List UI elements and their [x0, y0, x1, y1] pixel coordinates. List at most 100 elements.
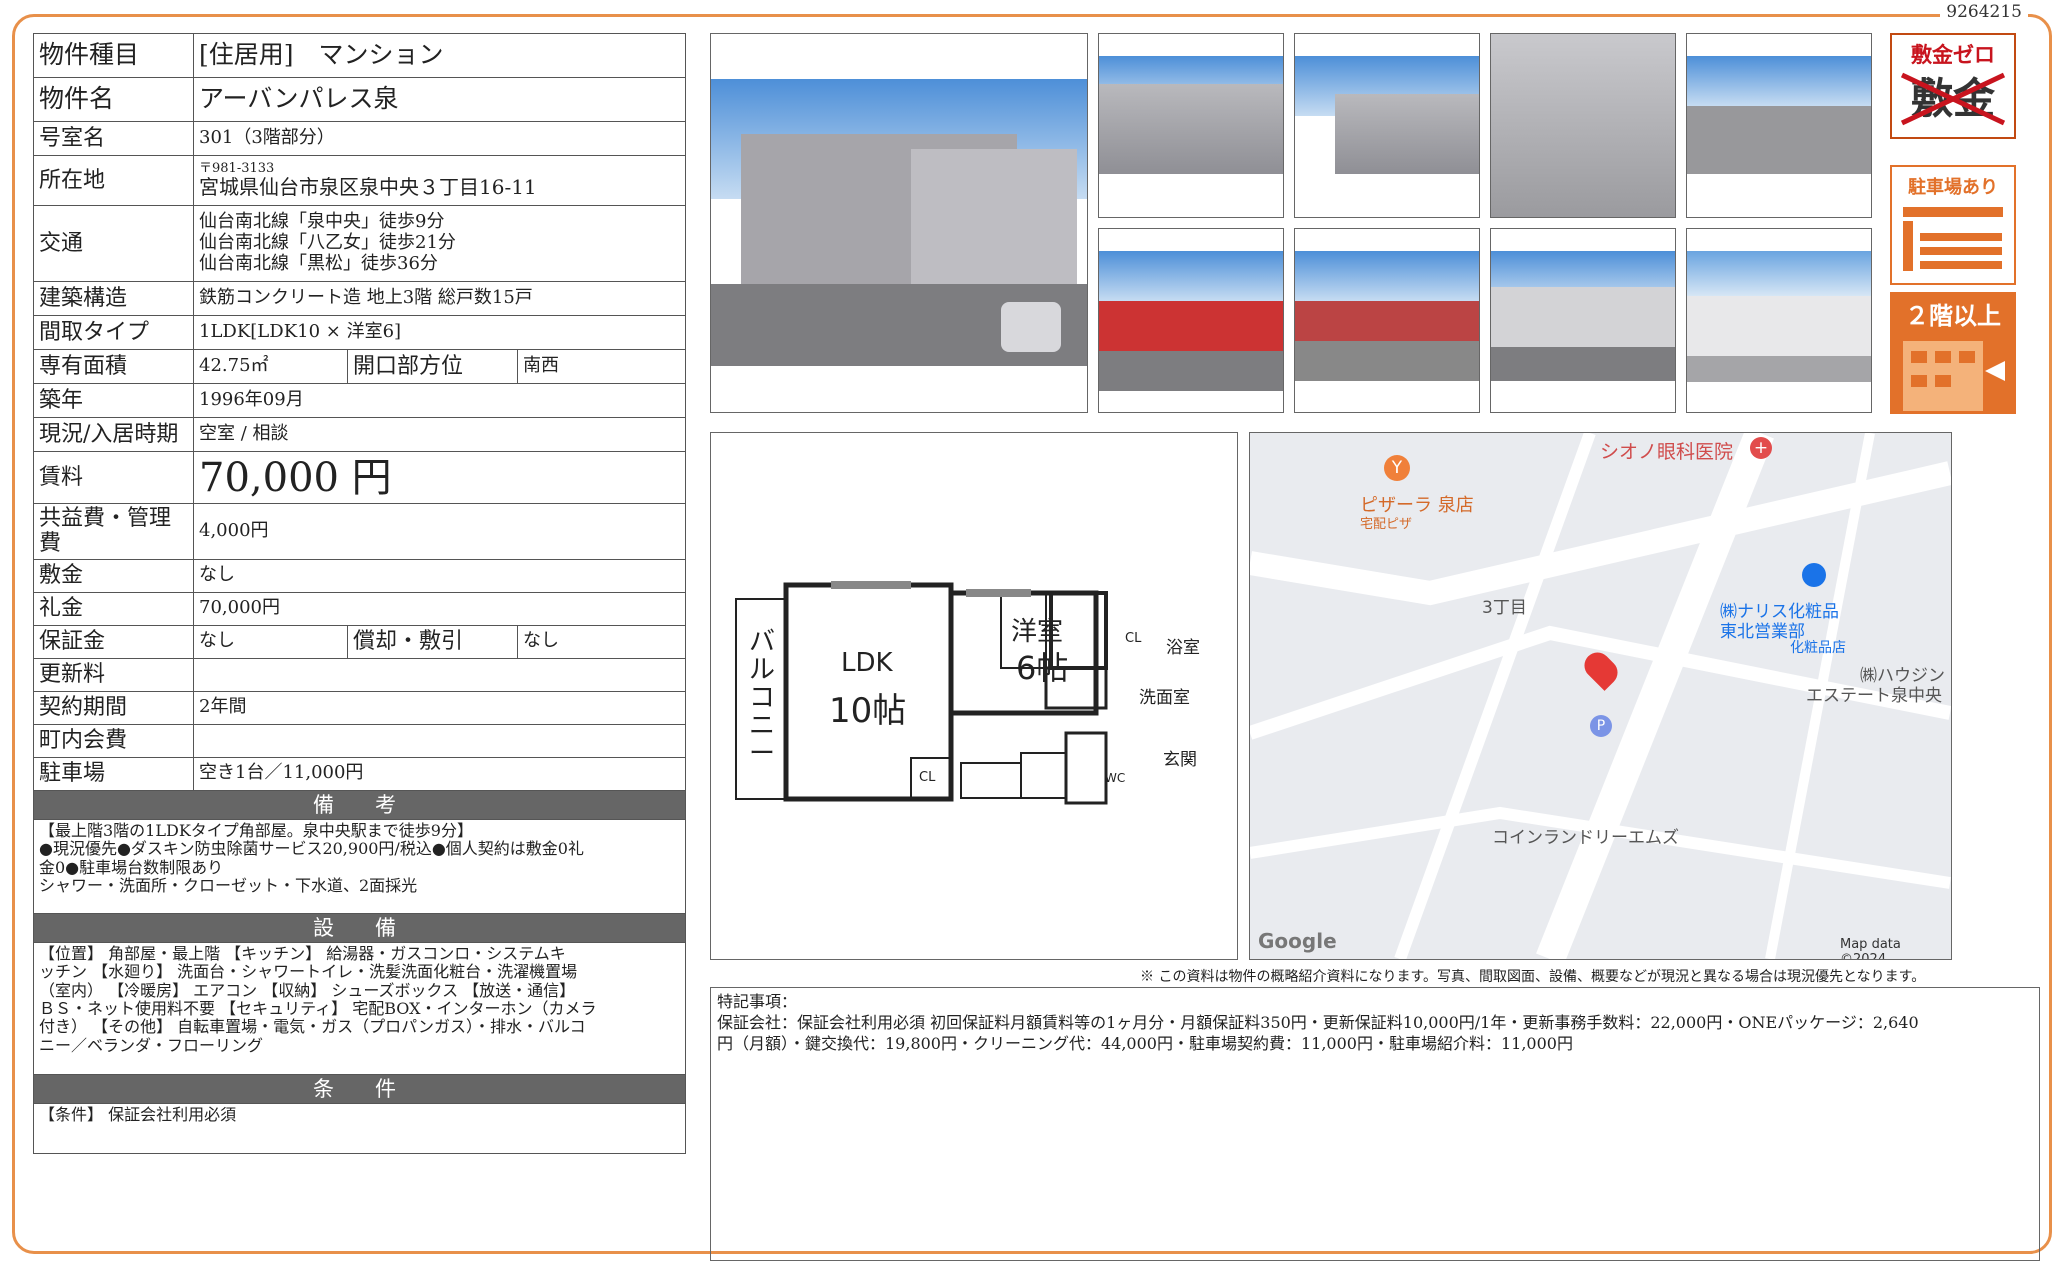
- ldk-label: LDK: [841, 648, 893, 678]
- map-data-credit: Map data ©2024: [1840, 937, 1901, 960]
- fee-value: 4,000円: [193, 503, 686, 560]
- equipment-line: ニー／ベランダ・フローリング: [39, 1035, 264, 1055]
- address-value: 宮城県仙台市泉区泉中央３丁目16-11: [199, 175, 537, 200]
- rent-value: 70,000 円: [193, 451, 686, 504]
- amortization-value: なし: [517, 624, 686, 659]
- parking-available-text: 駐車場あり: [1908, 177, 1998, 198]
- western-room-size: 6帖: [1016, 649, 1069, 687]
- washroom-label: 洗面室: [1139, 688, 1190, 708]
- special-notes-box: 特記事項： 保証会社：保証会社利用必須 初回保証料月額賃料等の1ヶ月分・月額保証…: [710, 987, 2040, 1261]
- status-value: 空室 / 相談: [193, 417, 686, 452]
- name-value: アーバンパレス泉: [193, 77, 686, 122]
- location-map[interactable]: シオノ眼科医院 + Y ピザーラ 泉店 宅配ピザ 3丁目 ㈱ナリス化粧品 東北営…: [1249, 432, 1952, 960]
- special-notes-line: 円（月額）・鍵交換代：19,800円・クリーニング代：44,000円・駐車場契約…: [717, 1033, 1573, 1053]
- equipment-line: ＢＳ・ネット使用料不要 【セキュリティ】 宅配BOX・インターホン（カメラ: [39, 999, 597, 1019]
- crossed-out-icon: [1900, 72, 2006, 126]
- floor-plan: バルコニー LDK 10帖 洋室 6帖 CL 浴室 洗面室 玄関 CL WC: [710, 432, 1238, 960]
- parking-icon: [1903, 207, 2003, 271]
- pizza-sub-label: 宅配ピザ: [1360, 517, 1413, 532]
- fee-label: 共益費・管理費: [33, 503, 194, 560]
- parking-label: 駐車場: [33, 756, 194, 791]
- town-fee-label: 町内会費: [33, 723, 194, 758]
- type-value: [住居用] マンション: [193, 33, 686, 78]
- deposit-label: 敷金: [33, 558, 194, 593]
- closet-label: CL: [1125, 631, 1142, 646]
- status-label: 現況/入居時期: [33, 417, 194, 452]
- name-label: 物件名: [33, 77, 194, 122]
- area-label: 専有面積: [33, 349, 194, 384]
- building-photo-2: [1098, 33, 1284, 218]
- nearby-photo-4: [1686, 228, 1872, 413]
- clinic-label: シオノ眼科医院: [1600, 441, 1734, 463]
- second-floor-badge: ２階以上: [1890, 292, 2016, 414]
- balcony-label: バルコニー: [749, 627, 776, 769]
- naris-label-3: 化粧品店: [1790, 640, 1846, 656]
- guarantee-value: なし: [193, 624, 348, 659]
- key-money-value: 70,000円: [193, 591, 686, 626]
- zero-deposit-text: 敷金ゼロ: [1911, 43, 1995, 67]
- address-label: 所在地: [33, 155, 194, 206]
- term-value: 2年間: [193, 690, 686, 725]
- deposit-value: なし: [193, 558, 686, 593]
- zero-deposit-badge: 敷金ゼロ 敷金: [1890, 33, 2016, 139]
- equipment-line: （室内） 【冷暖房】 エアコン 【収納】 シューズボックス 【放送・通信】: [39, 980, 576, 1000]
- parking-photo: [1490, 33, 1676, 218]
- google-logo: Google: [1258, 929, 1337, 953]
- address-cell: 〒981-3133 宮城県仙台市泉区泉中央３丁目16-11: [193, 155, 686, 206]
- bath-label: 浴室: [1166, 638, 1200, 658]
- access-line: 仙台南北線「八乙女」徒歩21分: [199, 232, 456, 254]
- entrance-label: 玄関: [1163, 750, 1197, 770]
- district-label: 3丁目: [1482, 598, 1527, 618]
- parking-available-badge: 駐車場あり: [1890, 165, 2016, 285]
- remarks-line: シャワー・洗面所・クローゼット・下水道、2面採光: [39, 875, 418, 895]
- layout-label: 間取タイプ: [33, 315, 194, 350]
- built-value: 1996年09月: [193, 383, 686, 418]
- remarks-line: ●現況優先●ダスキン防虫除菌サービス20,900円/税込●個人契約は敷金0礼: [39, 839, 584, 859]
- structure-value: 鉄筋コンクリート造 地上3階 総戸数15戸: [193, 281, 686, 316]
- equipment-line: ッチン 【水廻り】 洗面台・シャワートイレ・洗髪洗面化粧台・洗濯機置場: [39, 962, 578, 982]
- second-floor-text: ２階以上: [1905, 302, 2001, 330]
- remarks-header: 備 考: [33, 789, 686, 820]
- conditions-header: 条 件: [33, 1073, 686, 1105]
- address-zip: 〒981-3133: [199, 160, 275, 176]
- access-cell: 仙台南北線「泉中央」徒歩9分 仙台南北線「八乙女」徒歩21分 仙台南北線「黒松」…: [193, 205, 686, 282]
- equipment-header: 設 備: [33, 912, 686, 943]
- restaurant-icon: Y: [1384, 455, 1410, 481]
- main-building-photo: [710, 33, 1088, 413]
- direction-value: 南西: [517, 349, 686, 384]
- special-notes-title: 特記事項：: [717, 992, 798, 1011]
- access-line: 仙台南北線「黒松」徒歩36分: [199, 252, 438, 274]
- access-label: 交通: [33, 205, 194, 282]
- document-id: 9264215: [1940, 2, 2028, 22]
- parking-value: 空き1台／11,000円: [193, 756, 686, 791]
- remarks-line: 金0●駐車場台数制限あり: [39, 857, 224, 877]
- remarks-line: 【最上階3階の1LDKタイプ角部屋。泉中央駅まで徒歩9分】: [39, 820, 473, 840]
- building-floor-icon: [1903, 341, 2005, 411]
- remarks-body: 【最上階3階の1LDKタイプ角部屋。泉中央駅まで徒歩9分】 ●現況優先●ダスキン…: [33, 818, 686, 914]
- equipment-line: 付き） 【その他】 自転車置場・電気・ガス（プロパンガス）・排水・バルコ: [39, 1017, 586, 1037]
- amortization-label: 償却・敷引: [347, 624, 518, 659]
- equipment-body: 【位置】 角部屋・最上階 【キッチン】 給湯器・ガスコンロ・システムキ ッチン …: [33, 941, 686, 1075]
- type-label: 物件種目: [33, 33, 194, 78]
- layout-value: 1LDK[LDK10 × 洋室6]: [193, 315, 686, 350]
- access-line: 仙台南北線「泉中央」徒歩9分: [199, 211, 445, 233]
- key-money-label: 礼金: [33, 591, 194, 626]
- built-label: 築年: [33, 383, 194, 418]
- renewal-value: [193, 657, 686, 692]
- shop-icon: [1802, 563, 1826, 587]
- structure-label: 建築構造: [33, 281, 194, 316]
- lot-photo: [1686, 33, 1872, 218]
- conditions-body: 【条件】 保証会社利用必須: [33, 1103, 686, 1155]
- special-notes-line: 保証会社：保証会社利用必須 初回保証料月額賃料等の1ヶ月分・月額保証料350円・…: [717, 1012, 1919, 1032]
- room-label: 号室名: [33, 121, 194, 156]
- direction-label: 開口部方位: [347, 349, 518, 384]
- term-label: 契約期間: [33, 690, 194, 725]
- equipment-line: 【位置】 角部屋・最上階 【キッチン】 給湯器・ガスコンロ・システムキ: [39, 943, 566, 963]
- nearby-photo-1: [1098, 228, 1284, 413]
- renewal-label: 更新料: [33, 657, 194, 692]
- property-spec-table: 物件種目 [住居用] マンション 物件名 アーバンパレス泉 号室名 301（3階部分）…: [33, 33, 686, 1155]
- building-photo-3: [1294, 33, 1480, 218]
- parking-map-icon: P: [1590, 715, 1612, 737]
- room-value: 301（3階部分）: [193, 121, 686, 156]
- area-value: 42.75㎡: [193, 349, 348, 384]
